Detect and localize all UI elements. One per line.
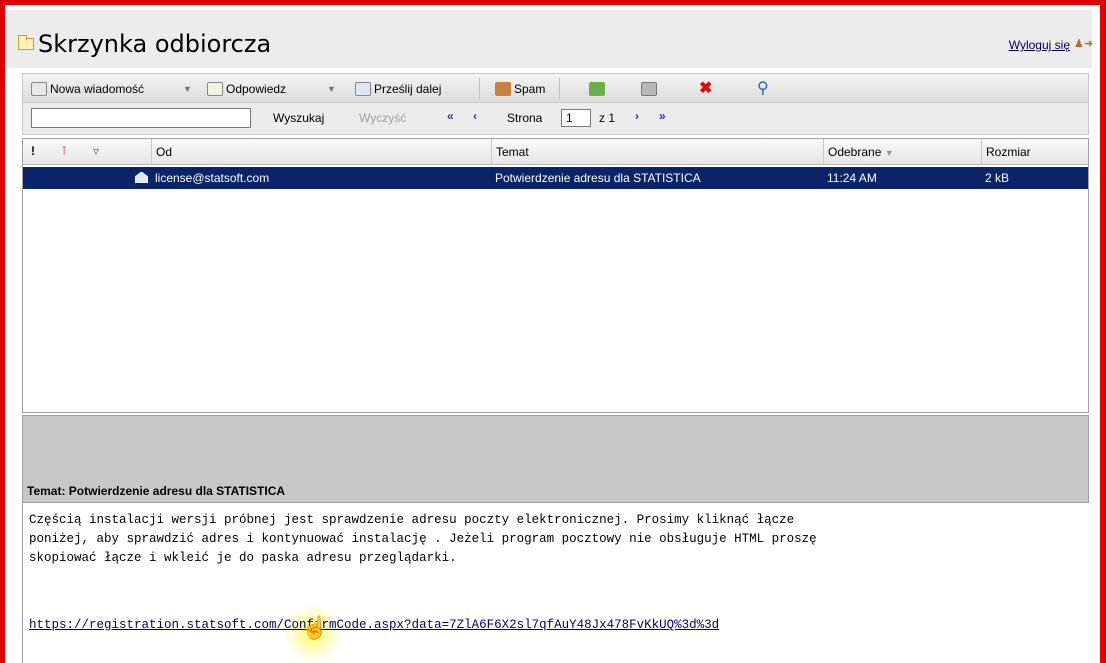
sort-desc-icon: ▼ xyxy=(884,148,894,158)
toolbar-separator xyxy=(559,78,560,100)
search-bar: Wyszukaj Wyczyść « ‹ Strona z 1 › » xyxy=(22,103,1089,135)
search-input[interactable] xyxy=(31,108,251,128)
annotation-frame-left xyxy=(0,0,5,663)
preview-pane: Częścią instalacji wersji próbnej jest s… xyxy=(22,503,1089,663)
logout-link[interactable]: Wyloguj się xyxy=(1009,38,1070,52)
reply-button[interactable]: Odpowiedz xyxy=(207,79,286,99)
column-received[interactable]: Odebrane ▼ xyxy=(823,139,981,165)
row-subject: Potwierdzenie adresu dla STATISTICA xyxy=(495,171,701,185)
message-list: ! ⊺ ▿ Od Temat Odebrane ▼ Rozmiar licens… xyxy=(22,138,1089,413)
delete-icon: ✖ xyxy=(699,80,713,97)
print-icon xyxy=(641,82,657,96)
reply-icon xyxy=(207,82,223,96)
delete-button[interactable]: ✖ xyxy=(699,79,712,99)
column-received-label: Odebrane xyxy=(828,145,882,159)
reply-label: Odpowiedz xyxy=(226,82,287,96)
annotation-frame-right xyxy=(1100,0,1106,663)
spam-icon xyxy=(495,82,511,96)
table-row[interactable]: license@statsoft.com Potwierdzenie adres… xyxy=(23,167,1088,189)
preview-subject: Temat: Potwierdzenie adresu dla STATISTI… xyxy=(27,484,286,498)
forward-button[interactable]: Prześlij dalej xyxy=(355,79,441,99)
annotation-frame-top xyxy=(0,0,1106,5)
print-button[interactable] xyxy=(641,79,660,99)
move-button[interactable] xyxy=(589,79,608,99)
list-header: ! ⊺ ▿ Od Temat Odebrane ▼ Rozmiar xyxy=(23,139,1088,165)
new-message-button[interactable]: Nowa wiadomość xyxy=(31,79,144,99)
envelope-open-icon xyxy=(135,172,148,183)
envelope-icon xyxy=(31,82,47,96)
attachment-icon[interactable]: ⊺ xyxy=(61,144,67,158)
move-icon xyxy=(589,82,605,96)
toolbar: Nowa wiadomość ▼ Odpowiedz ▼ Prześlij da… xyxy=(22,73,1089,103)
page-label: Strona xyxy=(507,111,543,125)
page-title: Skrzynka odbiorcza xyxy=(38,30,272,58)
spam-label: Spam xyxy=(514,82,546,96)
first-page-icon[interactable]: « xyxy=(447,109,454,123)
clear-button[interactable]: Wyczyść xyxy=(359,111,406,125)
confirmation-link[interactable]: https://registration.statsoft.com/Confir… xyxy=(29,618,719,632)
page-number-input[interactable] xyxy=(561,109,591,127)
reply-dropdown[interactable]: ▼ xyxy=(327,79,336,99)
search-icon: ⚲ xyxy=(757,80,769,97)
next-page-icon[interactable]: › xyxy=(635,109,639,123)
row-size: 2 kB xyxy=(985,171,1010,185)
spam-button[interactable]: Spam xyxy=(495,79,545,99)
row-from: license@statsoft.com xyxy=(155,171,270,185)
flag-icon[interactable]: ▿ xyxy=(93,144,99,158)
toolbar-separator xyxy=(479,78,480,100)
row-received: 11:24 AM xyxy=(827,171,877,185)
logout-icon[interactable]: ♟➜ xyxy=(1074,37,1093,51)
page-count: z 1 xyxy=(599,111,616,125)
column-size[interactable]: Rozmiar xyxy=(981,139,1088,165)
preview-header: Temat: Potwierdzenie adresu dla STATISTI… xyxy=(22,415,1089,503)
previous-page-icon[interactable]: ‹ xyxy=(473,109,477,123)
hand-cursor-icon: ☝ xyxy=(301,615,329,640)
forward-icon xyxy=(355,82,371,96)
new-message-label: Nowa wiadomość xyxy=(50,82,145,96)
title-bar: Skrzynka odbiorcza Wyloguj się ♟➜ xyxy=(6,10,1093,68)
folder-icon xyxy=(18,35,34,50)
find-button[interactable]: ⚲ xyxy=(757,79,769,99)
column-subject[interactable]: Temat xyxy=(491,139,823,165)
new-message-dropdown[interactable]: ▼ xyxy=(183,79,192,99)
column-from[interactable]: Od xyxy=(151,139,491,165)
forward-label: Prześlij dalej xyxy=(374,82,442,96)
last-page-icon[interactable]: » xyxy=(659,109,666,123)
search-button[interactable]: Wyszukaj xyxy=(273,111,324,125)
priority-icon[interactable]: ! xyxy=(31,144,35,158)
message-body: Częścią instalacji wersji próbnej jest s… xyxy=(29,513,817,565)
